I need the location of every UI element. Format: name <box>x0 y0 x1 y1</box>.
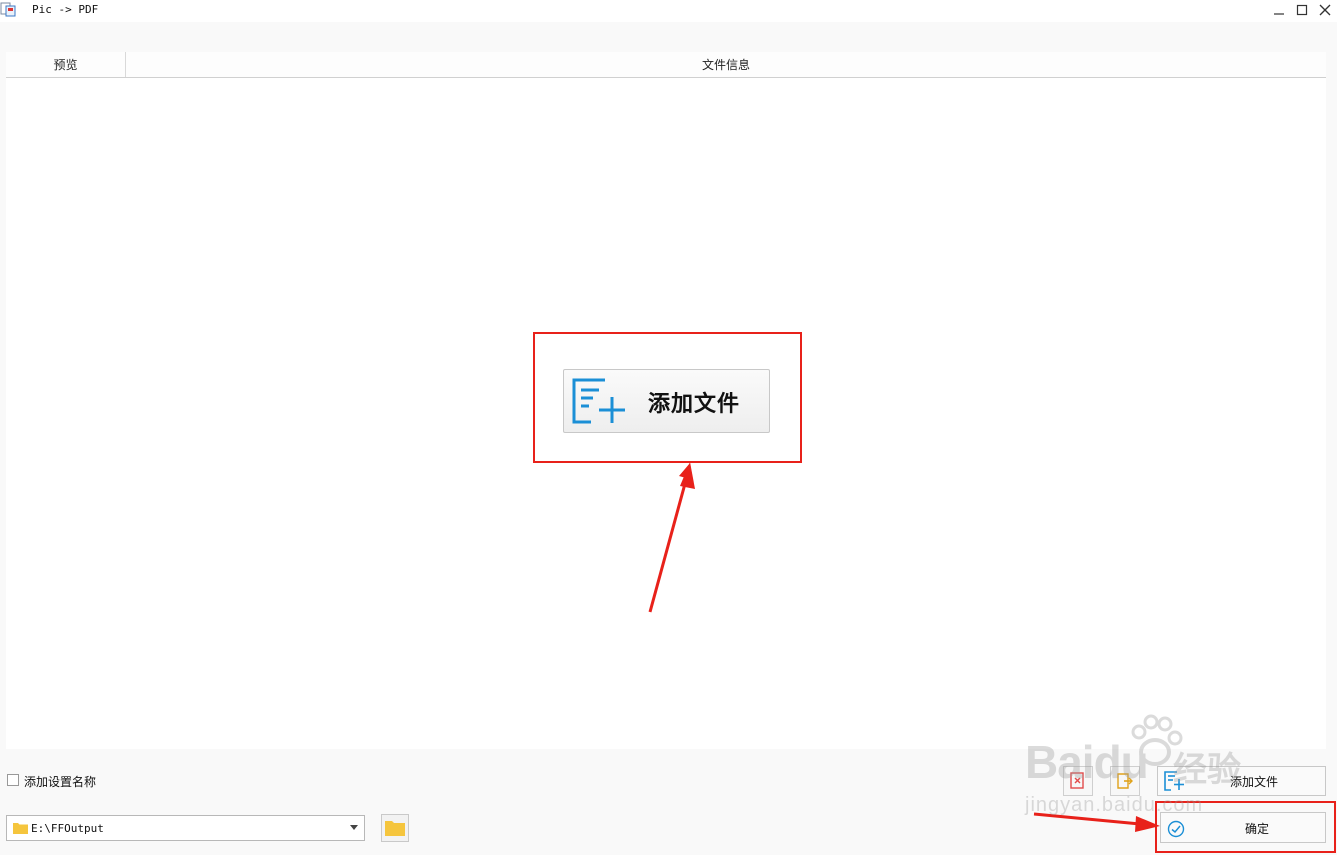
maximize-icon <box>1296 4 1308 16</box>
close-button[interactable] <box>1314 0 1336 20</box>
window-title: Pic -> PDF <box>32 3 99 16</box>
remove-file-button[interactable] <box>1063 766 1093 796</box>
column-header-file-info[interactable]: 文件信息 <box>126 52 1326 77</box>
maximize-button[interactable] <box>1291 0 1313 20</box>
add-setting-name-label[interactable]: 添加设置名称 <box>24 773 96 790</box>
folder-icon <box>13 823 28 834</box>
output-path-value: E:\FFOutput <box>31 822 104 835</box>
add-setting-name-checkbox[interactable] <box>7 774 19 786</box>
column-header-preview[interactable]: 预览 <box>6 52 126 77</box>
app-icon <box>0 2 16 17</box>
list-header: 预览 文件信息 <box>6 52 1326 78</box>
minimize-button[interactable] <box>1268 0 1290 20</box>
close-icon <box>1319 4 1331 16</box>
annotation-highlight-box <box>533 332 802 463</box>
remove-file-icon <box>1070 772 1084 789</box>
folder-icon <box>385 821 405 836</box>
annotation-highlight-box-ok <box>1155 801 1336 853</box>
clear-list-button[interactable] <box>1110 766 1140 796</box>
chevron-down-icon <box>350 825 358 830</box>
add-file-button[interactable]: 添加文件 <box>1157 766 1326 796</box>
add-file-button-label: 添加文件 <box>1230 775 1279 789</box>
annotation-arrow-right-shaft <box>1033 812 1141 826</box>
clear-list-icon <box>1117 773 1133 789</box>
add-file-icon <box>1164 771 1184 791</box>
minimize-icon <box>1274 13 1284 15</box>
title-bar: Pic -> PDF <box>0 0 1337 22</box>
browse-folder-button[interactable] <box>381 814 409 842</box>
output-path-dropdown[interactable]: E:\FFOutput <box>6 815 365 841</box>
